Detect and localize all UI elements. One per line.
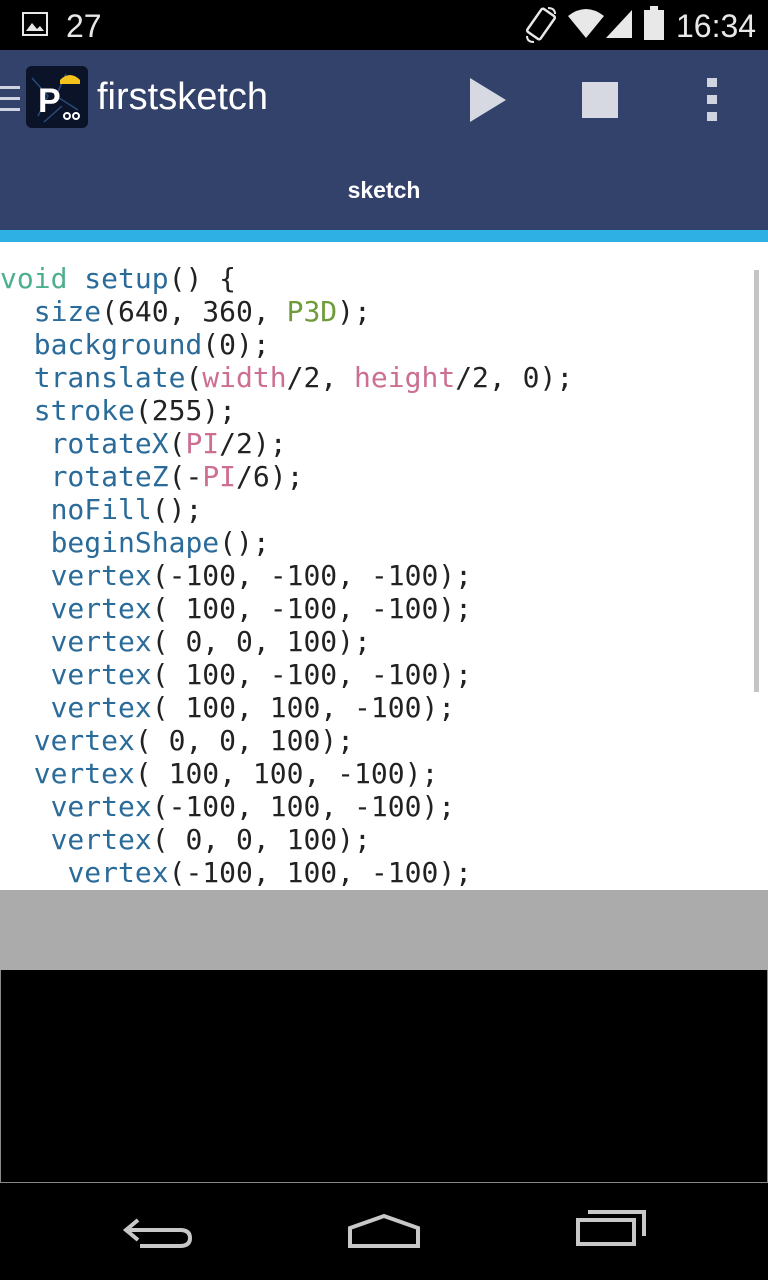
code-line: vertex( 100, -100, -100); (50, 592, 473, 625)
home-icon[interactable] (344, 1210, 424, 1259)
svg-text:P: P (38, 82, 61, 120)
editor-scrollbar[interactable] (754, 270, 759, 692)
recents-icon[interactable] (574, 1208, 648, 1253)
play-button[interactable] (458, 72, 518, 128)
code-line: rotateZ(-PI/6); (50, 460, 304, 493)
rotate-icon (524, 6, 558, 49)
app-title: firstsketch (97, 76, 269, 118)
gallery-notification-icon (22, 12, 48, 41)
code-line: vertex( 0, 0, 100); (50, 625, 371, 658)
status-bar: 27 16:34 (0, 0, 768, 50)
code-line: rotateX(PI/2); (50, 427, 287, 460)
code-line: vertex(-100, 100, -100); (67, 856, 473, 889)
notification-count: 27 (66, 8, 102, 44)
code-line: vertex( 0, 0, 100); (33, 724, 355, 757)
drawer-icon[interactable] (0, 84, 22, 119)
code-line: vertex( 100, 100, -100); (50, 691, 456, 724)
code-line: translate(width/2, height/2, 0); (33, 361, 574, 394)
app-logo[interactable]: P (26, 66, 88, 128)
action-bar: P firstsketch (0, 50, 768, 150)
tab-bar: sketch (0, 150, 768, 230)
code-line: vertex( 100, -100, -100); (50, 658, 473, 691)
code-line: noFill(); (50, 493, 203, 526)
signal-icon (604, 8, 634, 45)
back-icon[interactable] (120, 1212, 196, 1257)
tab-indicator (0, 230, 768, 242)
code-line: vertex(-100, 100, -100); (50, 790, 456, 823)
stop-button[interactable] (572, 72, 628, 128)
console-panel (0, 970, 768, 1183)
code-line: vertex( 100, 100, -100); (33, 757, 439, 790)
navigation-bar (0, 1184, 768, 1280)
wifi-icon (566, 8, 606, 45)
code-line: size(640, 360, P3D); (33, 295, 371, 328)
code-line: void setup() { (0, 262, 237, 295)
code-line: vertex(-100, -100, -100); (50, 559, 473, 592)
battery-icon (642, 6, 666, 47)
clock: 16:34 (676, 8, 757, 44)
code-editor[interactable]: void setup() { size(640, 360, P3D); back… (0, 242, 768, 890)
code-line: background(0); (33, 328, 270, 361)
code-line: vertex( 0, 0, 100); (50, 823, 371, 856)
overflow-menu-icon[interactable] (690, 72, 734, 128)
code-line: beginShape(); (50, 526, 270, 559)
editor-console-divider[interactable] (0, 890, 768, 970)
code-line: stroke(255); (33, 394, 237, 427)
tab-sketch[interactable]: sketch (0, 150, 768, 230)
